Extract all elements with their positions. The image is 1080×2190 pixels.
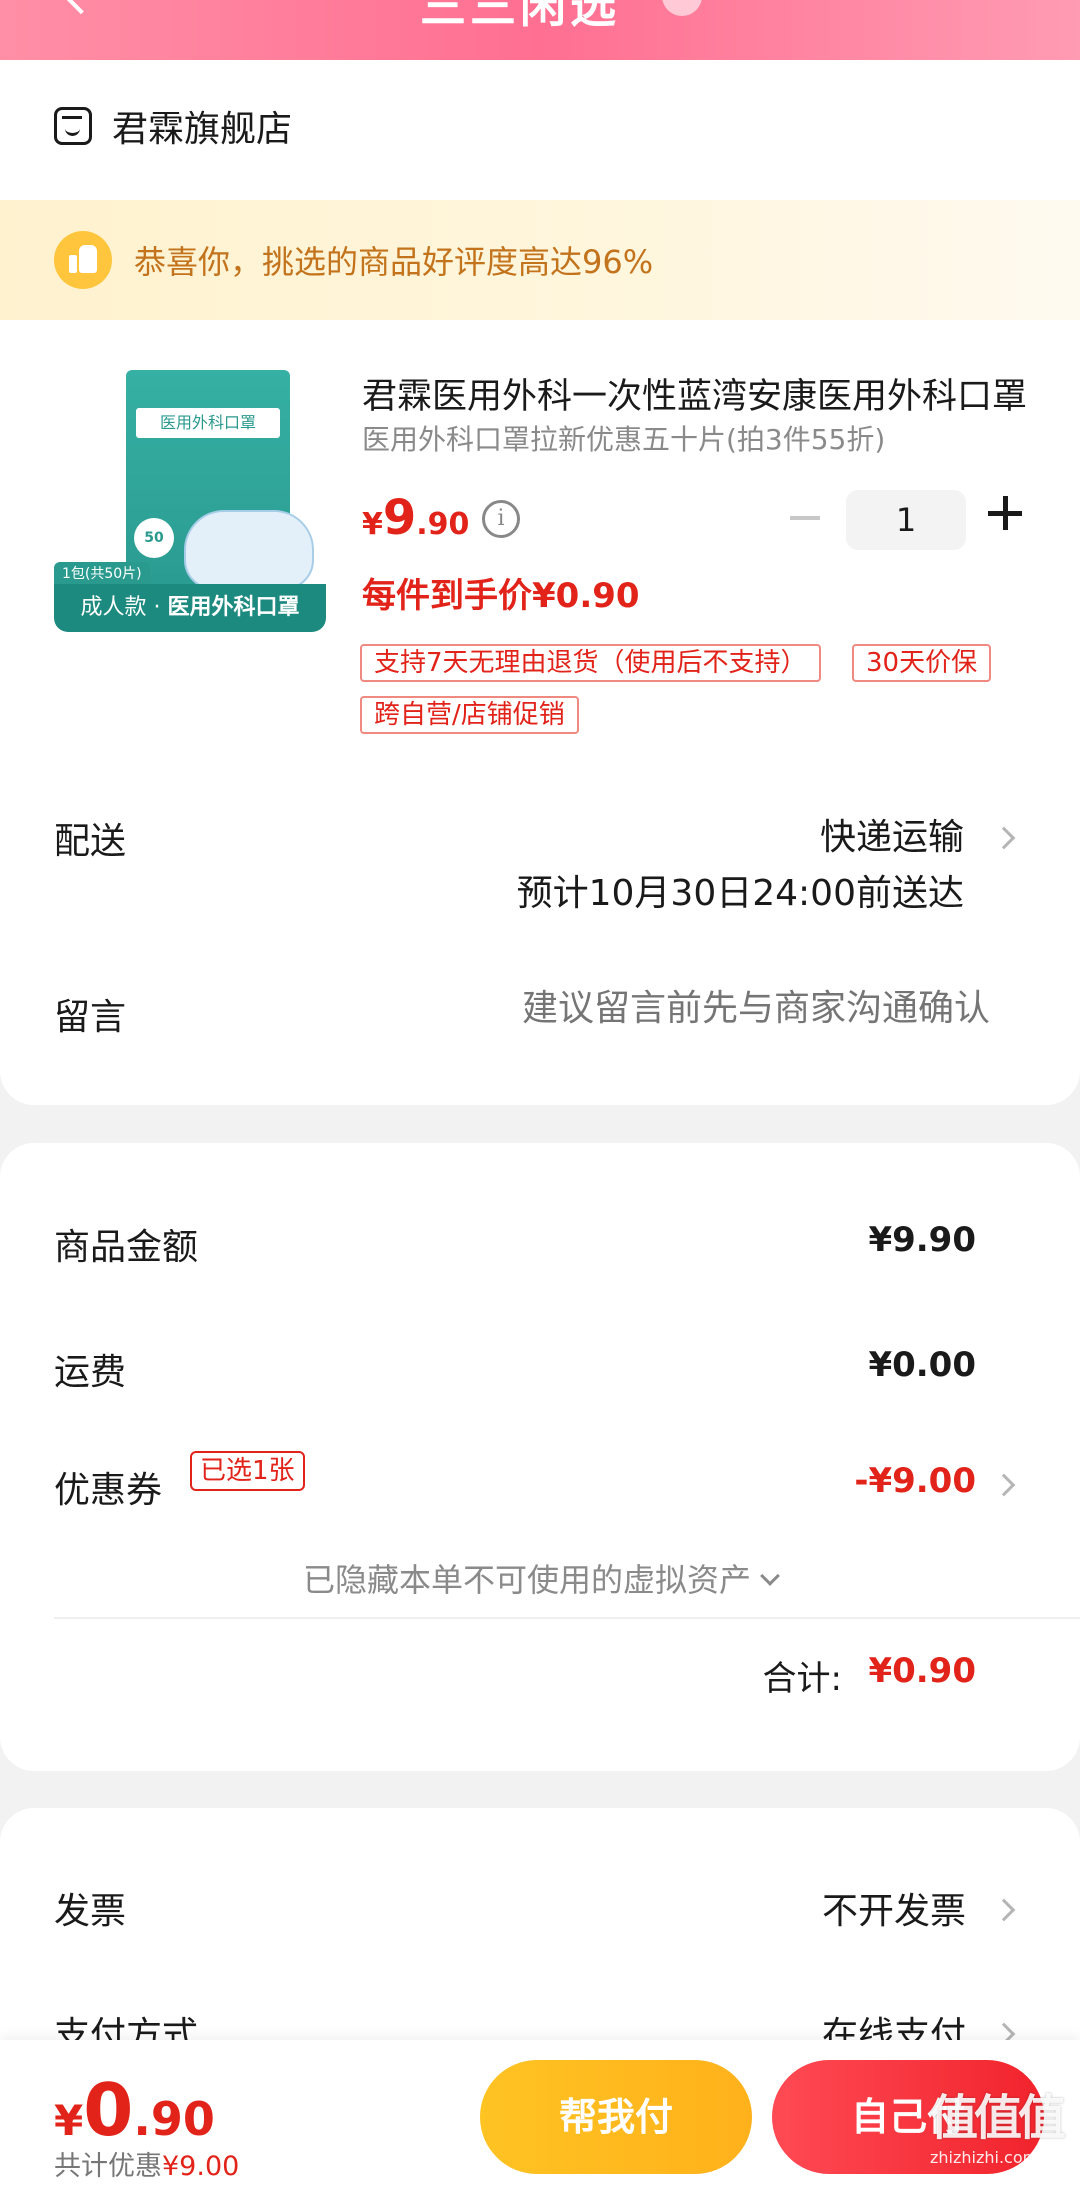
service-tag-price-protect[interactable]: 30天价保 xyxy=(852,644,992,682)
bottom-total-price: ¥0.90 xyxy=(54,2068,215,2152)
congrats-text: 恭喜你，挑选的商品好评度高达96% xyxy=(134,243,654,281)
message-input[interactable] xyxy=(430,988,990,1029)
watermark-url: zhizhizhi.com xyxy=(930,2148,1039,2167)
total-amount: ¥0.90 xyxy=(868,1651,976,1691)
delivery-estimate: 预计10月30日24:00前送达 xyxy=(516,873,964,914)
product-price: ¥9.90 xyxy=(362,490,469,546)
total-savings: 共计优惠¥9.00 xyxy=(54,2144,239,2183)
decrease-quantity-button[interactable] xyxy=(790,516,820,520)
coupon-selected-badge: 已选1张 xyxy=(190,1451,305,1491)
shipping-amount: ¥0.00 xyxy=(868,1345,976,1385)
message-label: 留言 xyxy=(54,997,127,1038)
chevron-down-icon xyxy=(760,1566,780,1586)
image-tag: 1包(共50片) xyxy=(54,562,150,586)
bottom-price-currency: ¥ xyxy=(54,2096,84,2145)
watermark-logo: 值值值 xyxy=(930,2090,1066,2146)
banner-main: 医用外科口罩 xyxy=(167,595,300,620)
product-image[interactable]: 医用外科口罩 50 1包(共50片) 成人款 · 医用外科口罩 xyxy=(54,370,326,632)
bottom-price-integer: 0 xyxy=(83,2068,134,2152)
order-card: 君霖旗舰店 恭喜你，挑选的商品好评度高达96% 医用外科口罩 50 1包(共50… xyxy=(0,60,1080,1105)
goods-amount-label: 商品金额 xyxy=(54,1227,199,1268)
top-header: 三三闲选 xyxy=(0,0,1080,60)
total-label: 合计: xyxy=(762,1659,842,1699)
coupon-label: 优惠券 xyxy=(54,1470,163,1511)
increase-quantity-button[interactable] xyxy=(988,496,1022,530)
delivery-label: 配送 xyxy=(54,821,127,862)
quantity-field[interactable]: 1 xyxy=(846,490,966,550)
product-title[interactable]: 君霖医用外科一次性蓝湾安康医用外科口罩 xyxy=(362,368,1032,419)
bottom-bar: ¥0.90 共计优惠¥9.00 帮我付 自己付 xyxy=(0,2040,1080,2190)
page-title: 三三闲选 xyxy=(420,0,620,33)
price-integer: 9 xyxy=(382,490,417,546)
savings-amount: ¥9.00 xyxy=(162,2151,240,2182)
shipping-label: 运费 xyxy=(54,1352,127,1393)
image-banner: 成人款 · 医用外科口罩 xyxy=(54,584,326,632)
chevron-right-icon[interactable] xyxy=(992,1473,1016,1497)
delivery-method[interactable]: 快递运输 xyxy=(820,808,964,860)
help-pay-button[interactable]: 帮我付 xyxy=(480,2060,752,2174)
savings-prefix: 共计优惠 xyxy=(54,2151,162,2182)
chevron-right-icon[interactable] xyxy=(992,1898,1016,1922)
thumbs-up-icon xyxy=(54,231,112,289)
package-title: 医用外科口罩 xyxy=(136,408,280,438)
price-summary-card: 商品金额 ¥9.90 运费 ¥0.00 优惠券 已选1张 -¥9.00 已隐藏本… xyxy=(0,1143,1080,1771)
chevron-right-icon[interactable] xyxy=(992,826,1016,850)
coupon-amount[interactable]: -¥9.00 xyxy=(854,1461,976,1501)
service-tag-promo[interactable]: 跨自营/店铺促销 xyxy=(360,696,579,734)
invoice-label: 发票 xyxy=(54,1891,127,1932)
mask-graphic xyxy=(184,510,314,590)
back-arrow-icon[interactable] xyxy=(59,0,103,15)
banner-prefix: 成人款 · xyxy=(80,595,168,620)
product-subtitle[interactable]: 医用外科口罩拉新优惠五十片(拍3件55折) xyxy=(362,418,885,458)
invoice-value[interactable]: 不开发票 xyxy=(822,1882,966,1934)
divider xyxy=(54,1617,1080,1619)
goods-amount: ¥9.90 xyxy=(868,1220,976,1260)
shop-name: 君霖旗舰店 xyxy=(112,109,293,150)
hidden-assets-text: 已隐藏本单不可使用的虚拟资产 xyxy=(302,1561,751,1599)
service-tag-return[interactable]: 支持7天无理由退货（使用后不支持） xyxy=(360,644,821,682)
shop-icon xyxy=(54,107,92,145)
shop-row[interactable]: 君霖旗舰店 xyxy=(54,96,292,156)
price-currency: ¥ xyxy=(362,507,383,542)
package-count-badge: 50 xyxy=(134,518,174,558)
info-icon[interactable]: i xyxy=(482,500,520,538)
bottom-price-decimal: .90 xyxy=(133,2092,215,2146)
help-icon[interactable] xyxy=(662,0,702,16)
congrats-banner: 恭喜你，挑选的商品好评度高达96% xyxy=(0,200,1080,320)
each-price: 每件到手价¥0.90 xyxy=(362,576,640,616)
hidden-assets-toggle[interactable]: 已隐藏本单不可使用的虚拟资产 xyxy=(0,1555,1080,1601)
price-decimal: .90 xyxy=(416,507,470,542)
